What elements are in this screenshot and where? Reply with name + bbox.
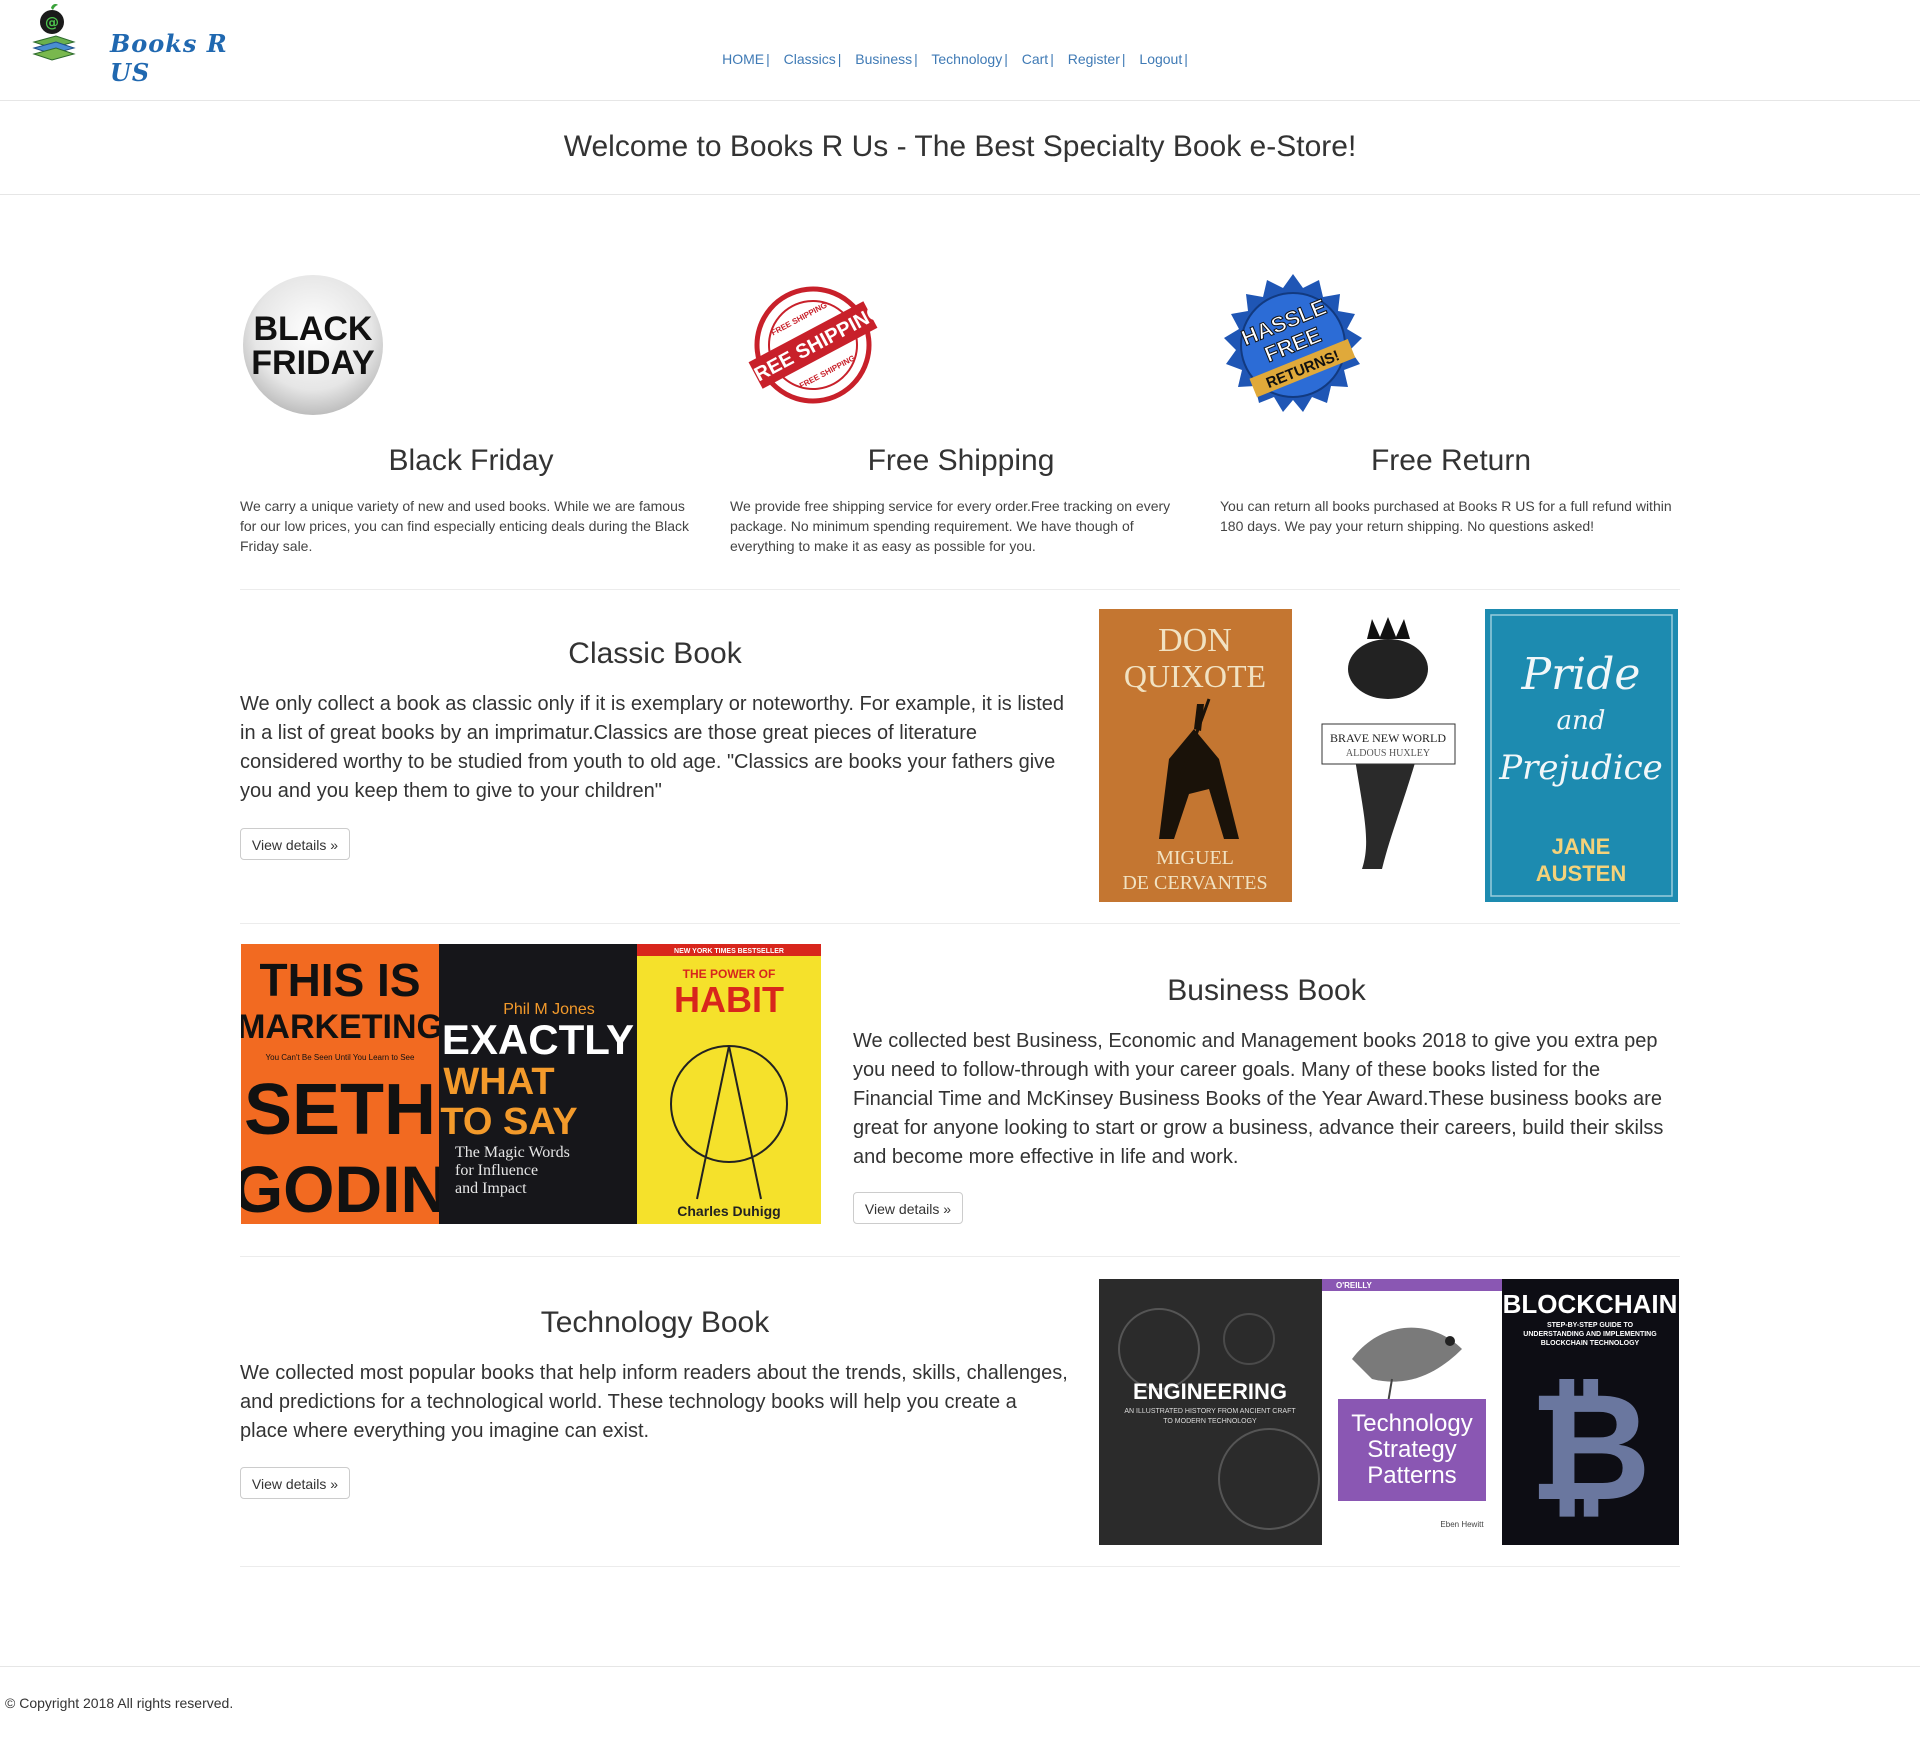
svg-text:MARKETING: MARKETING bbox=[241, 1008, 439, 1046]
classic-view-details-button[interactable]: View details » bbox=[240, 828, 350, 860]
svg-text:JANE: JANE bbox=[1552, 834, 1611, 859]
divider bbox=[240, 1256, 1680, 1257]
business-view-details-button[interactable]: View details » bbox=[853, 1192, 963, 1224]
business-covers[interactable]: THIS IS MARKETING You Can't Be Seen Unti… bbox=[241, 944, 821, 1224]
svg-text:Prejudice: Prejudice bbox=[1498, 748, 1663, 788]
svg-text:SETH: SETH bbox=[244, 1070, 436, 1150]
nav-cart[interactable]: Cart bbox=[1022, 51, 1048, 67]
svg-text:ENGINEERING: ENGINEERING bbox=[1133, 1379, 1287, 1404]
svg-text:₿: ₿ bbox=[1529, 1363, 1651, 1531]
welcome-banner: Welcome to Books R Us - The Best Special… bbox=[0, 100, 1920, 195]
hassle-free-returns-badge-icon: HASSLE FREE RETURNS! bbox=[1224, 274, 1362, 412]
feature-text: We carry a unique variety of new and use… bbox=[240, 498, 690, 554]
nav-classics[interactable]: Classics bbox=[784, 51, 836, 67]
site-header: @ Books R US HOME | Classics | Business | T… bbox=[0, 0, 1920, 101]
svg-text:MIGUEL: MIGUEL bbox=[1156, 847, 1234, 869]
svg-text:NEW YORK TIMES BESTSELLER: NEW YORK TIMES BESTSELLER bbox=[674, 948, 784, 955]
divider bbox=[240, 1566, 1680, 1567]
page-title: Welcome to Books R Us - The Best Special… bbox=[563, 130, 1357, 163]
svg-text:GODIN: GODIN bbox=[241, 1152, 439, 1224]
black-friday-icon: BLACK FRIDAY bbox=[243, 275, 383, 415]
svg-text:ALDOUS HUXLEY: ALDOUS HUXLEY bbox=[1346, 748, 1430, 759]
technology-section-title: Technology Book bbox=[540, 1306, 770, 1339]
svg-text:EXACTLY: EXACTLY bbox=[442, 1016, 634, 1063]
business-section-text: We collected best Business, Economic and… bbox=[853, 1030, 1664, 1168]
svg-text:for Influence: for Influence bbox=[455, 1162, 538, 1179]
svg-text:FRIDAY: FRIDAY bbox=[251, 344, 375, 382]
classic-section-title: Classic Book bbox=[568, 637, 742, 670]
book-cover-brave-new-world[interactable]: BRAVE NEW WORLD ALDOUS HUXLEY bbox=[1292, 609, 1485, 902]
book-cover-pride-and-prejudice[interactable]: Pride and Prejudice JANE AUSTEN bbox=[1485, 609, 1678, 902]
svg-text:O'REILLY: O'REILLY bbox=[1336, 1281, 1373, 1290]
free-shipping-stamp-icon: FREE SHIPPING FREE SHIPPING FREE SHIPPIN… bbox=[740, 286, 886, 404]
book-cover-exactly-what-to-say[interactable]: Phil M Jones EXACTLY WHAT TO SAY The Mag… bbox=[439, 944, 637, 1224]
book-cover-this-is-marketing[interactable]: THIS IS MARKETING You Can't Be Seen Unti… bbox=[241, 944, 439, 1224]
svg-text:QUIXOTE: QUIXOTE bbox=[1124, 658, 1266, 694]
feature-title: Free Return bbox=[1370, 444, 1532, 477]
book-cover-power-of-habit[interactable]: NEW YORK TIMES BESTSELLER THE POWER OF H… bbox=[637, 944, 821, 1224]
technology-section-text: We collected most popular books that hel… bbox=[240, 1362, 1068, 1442]
svg-text:THIS IS: THIS IS bbox=[259, 954, 420, 1006]
svg-text:AN ILLUSTRATED HISTORY FROM AN: AN ILLUSTRATED HISTORY FROM ANCIENT CRAF… bbox=[1124, 1408, 1296, 1415]
book-cover-engineering[interactable]: ENGINEERING AN ILLUSTRATED HISTORY FROM … bbox=[1099, 1279, 1322, 1545]
technology-view-details-button[interactable]: View details » bbox=[240, 1467, 350, 1499]
svg-text:and: and bbox=[1557, 706, 1606, 736]
svg-text:Charles Duhigg: Charles Duhigg bbox=[677, 1203, 780, 1219]
svg-text:HABIT: HABIT bbox=[674, 979, 784, 1020]
feature-text: You can return all books purchased at Bo… bbox=[1220, 498, 1672, 534]
svg-text:DON: DON bbox=[1158, 622, 1232, 659]
classic-section-text: We only collect a book as classic only i… bbox=[240, 693, 1065, 802]
feature-title: Black Friday bbox=[388, 444, 554, 477]
copyright-text: © Copyright 2018 All rights reserved. bbox=[5, 1695, 234, 1711]
nav-register[interactable]: Register bbox=[1068, 51, 1120, 67]
svg-text:UNDERSTANDING AND IMPLEMENTING: UNDERSTANDING AND IMPLEMENTING bbox=[1523, 1331, 1657, 1338]
svg-text:DE CERVANTES: DE CERVANTES bbox=[1122, 872, 1267, 894]
divider bbox=[240, 923, 1680, 924]
divider bbox=[240, 589, 1680, 590]
business-section-title: Business Book bbox=[1167, 974, 1366, 1007]
book-cover-don-quixote[interactable]: DON QUIXOTE MIGUEL DE CERVANTES bbox=[1099, 609, 1292, 902]
main-nav: HOME | Classics | Business | Technology | Ca… bbox=[722, 51, 1188, 67]
svg-text:The Magic Words: The Magic Words bbox=[455, 1144, 570, 1161]
svg-text:Strategy: Strategy bbox=[1367, 1436, 1456, 1463]
book-cover-blockchain[interactable]: BLOCKCHAIN STEP-BY-STEP GUIDE TO UNDERST… bbox=[1502, 1279, 1679, 1545]
svg-text:Eben Hewitt: Eben Hewitt bbox=[1440, 1520, 1484, 1529]
svg-text:and Impact: and Impact bbox=[455, 1180, 527, 1197]
svg-text:BLOCKCHAIN: BLOCKCHAIN bbox=[1503, 1289, 1678, 1319]
svg-text:BRAVE NEW WORLD: BRAVE NEW WORLD bbox=[1330, 731, 1446, 745]
site-footer: © Copyright 2018 All rights reserved. bbox=[0, 1666, 1920, 1744]
svg-text:WHAT: WHAT bbox=[443, 1061, 554, 1103]
svg-text:Patterns: Patterns bbox=[1367, 1462, 1456, 1489]
feature-title: Free Shipping bbox=[867, 444, 1055, 477]
svg-text:BLOCKCHAIN TECHNOLOGY: BLOCKCHAIN TECHNOLOGY bbox=[1541, 1340, 1640, 1347]
svg-text:Pride: Pride bbox=[1521, 649, 1641, 700]
nav-business[interactable]: Business bbox=[855, 51, 912, 67]
svg-text:You Can't Be Seen Until You Le: You Can't Be Seen Until You Learn to See bbox=[266, 1053, 415, 1062]
svg-text:AUSTEN: AUSTEN bbox=[1536, 861, 1626, 886]
svg-text:BLACK: BLACK bbox=[254, 310, 373, 348]
svg-text:TO SAY: TO SAY bbox=[440, 1101, 577, 1143]
svg-text:@: @ bbox=[45, 15, 59, 31]
feature-text: We provide free shipping service for eve… bbox=[730, 498, 1171, 554]
nav-logout[interactable]: Logout bbox=[1139, 51, 1182, 67]
technology-covers[interactable]: ENGINEERING AN ILLUSTRATED HISTORY FROM … bbox=[1099, 1279, 1679, 1545]
nav-home[interactable]: HOME bbox=[722, 51, 764, 67]
svg-text:TO MODERN TECHNOLOGY: TO MODERN TECHNOLOGY bbox=[1163, 1418, 1257, 1425]
classic-covers[interactable]: DON QUIXOTE MIGUEL DE CERVANTES BRAVE NE… bbox=[1099, 609, 1679, 902]
svg-text:Technology: Technology bbox=[1351, 1410, 1472, 1437]
book-cover-technology-strategy-patterns[interactable]: O'REILLY Technology Strategy Patterns Eb… bbox=[1322, 1279, 1502, 1545]
svg-text:STEP-BY-STEP GUIDE TO: STEP-BY-STEP GUIDE TO bbox=[1547, 1322, 1634, 1329]
nav-technology[interactable]: Technology bbox=[931, 51, 1002, 67]
